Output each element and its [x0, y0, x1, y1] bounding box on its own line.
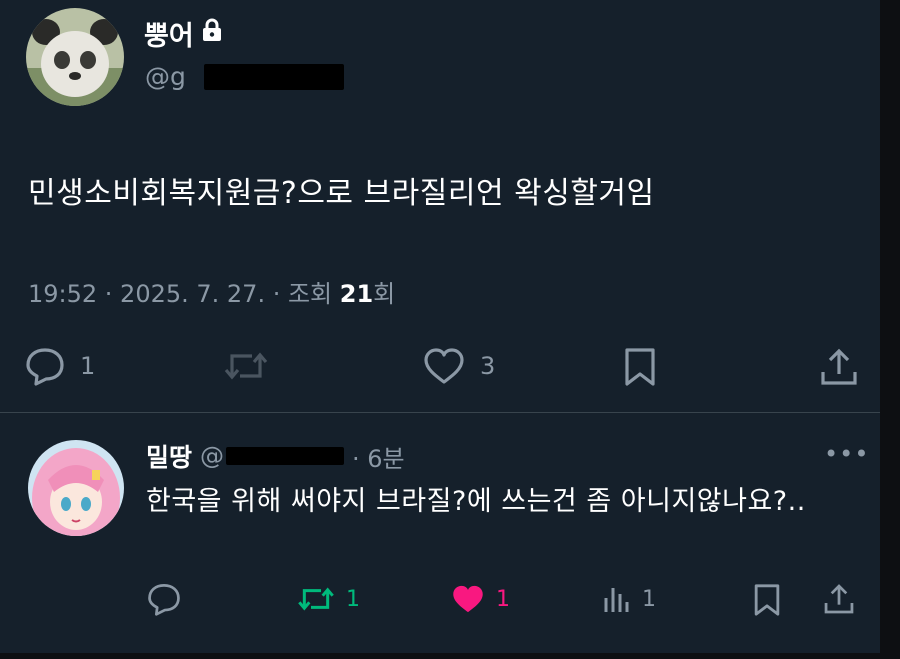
reply-text: 한국을 위해 써야지 브라질?에 쓰는건 좀 아니지않나요?.. [146, 486, 806, 517]
divider [0, 412, 880, 413]
tweet-text: 민생소비회복지원금?으로 브라질리언 왁싱할거임 [28, 176, 655, 211]
reply-reply-button[interactable] [146, 582, 182, 616]
views-suffix: 회 [373, 280, 396, 308]
reply-author-avatar[interactable] [28, 440, 124, 536]
retweet-icon [222, 346, 270, 386]
reply-header: 밀땅 @ · 6분 [146, 438, 405, 474]
handle-redaction [203, 63, 344, 90]
like-count: 3 [480, 352, 496, 380]
share-icon [822, 582, 856, 616]
reply-actions: 1 1 1 [0, 580, 880, 626]
author-handle[interactable]: @g [145, 62, 344, 91]
reply-like-button[interactable]: 1 [450, 582, 510, 616]
author-handle-text[interactable]: @g [145, 62, 186, 91]
reply-author-handle[interactable]: @ [200, 442, 224, 470]
reply-like-count: 1 [496, 586, 510, 612]
reply-views-count: 1 [642, 586, 656, 612]
reply-button[interactable]: 1 [24, 346, 95, 386]
more-options-icon[interactable]: ••• [824, 440, 869, 468]
author-name-text[interactable]: 뿡어 [144, 14, 194, 53]
reply-retweet-count: 1 [346, 586, 360, 612]
share-icon [818, 346, 860, 388]
reply-bookmark-button[interactable] [752, 582, 782, 618]
tweet-actions: 1 3 [0, 342, 880, 392]
reply-retweet-button[interactable]: 1 [296, 582, 360, 616]
share-button[interactable] [818, 346, 860, 388]
retweet-icon [296, 582, 336, 616]
retweet-button[interactable] [222, 346, 270, 386]
tweet-timestamp[interactable]: 19:52 · 2025. 7. 27. · 조회 [28, 280, 340, 308]
reply-handle-redaction [226, 447, 345, 465]
reply-timestamp[interactable]: · 6분 [352, 439, 405, 474]
reply-count: 1 [80, 352, 96, 380]
screen-edge-bottom [0, 653, 900, 659]
like-button[interactable]: 3 [422, 346, 495, 386]
reply-views-button[interactable]: 1 [602, 582, 656, 616]
lock-icon [202, 18, 222, 49]
author-name[interactable]: 뿡어 [144, 14, 222, 53]
author-avatar[interactable] [26, 8, 124, 106]
reply-icon [146, 582, 182, 616]
reply-share-button[interactable] [822, 582, 856, 616]
bookmark-icon [622, 346, 658, 388]
reply-icon [24, 346, 66, 386]
analytics-icon [602, 582, 632, 616]
views-count: 21 [339, 280, 374, 308]
heart-icon [422, 346, 466, 386]
screen-edge [880, 0, 900, 659]
heart-filled-icon [450, 582, 486, 616]
tweet-meta: 19:52 · 2025. 7. 27. · 조회 21회 [28, 274, 395, 309]
bookmark-button[interactable] [622, 346, 658, 388]
reply-author-name[interactable]: 밀땅 [146, 438, 192, 474]
bookmark-icon [752, 582, 782, 618]
